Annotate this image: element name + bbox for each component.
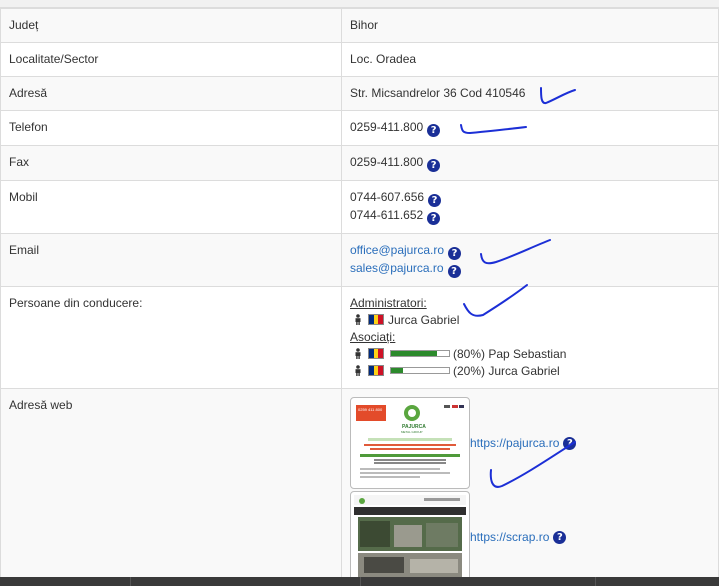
row-adresa: Adresă Str. Micsandrelor 36 Cod 410546 [0, 76, 719, 111]
row-conducere: Persoane din conducere: Administratori: … [0, 286, 719, 389]
thumb-phone: 0259 411 800 [358, 407, 383, 412]
administrator-entry: Jurca Gabriel [350, 312, 710, 329]
value-web-cell: 0259 411 800 PAJURCA METAL GROUP https:/… [341, 388, 719, 586]
romania-flag-icon [368, 348, 384, 359]
website-entry: https://scrap.ro? [350, 491, 710, 583]
website-link[interactable]: https://pajurca.ro [470, 435, 559, 452]
administrators-heading: Administratori: [350, 296, 427, 310]
row-judet: Județ Bihor [0, 8, 719, 43]
row-web: Adresă web 0259 411 800 PAJURCA METAL GR… [0, 388, 719, 586]
associates-heading: Asociați: [350, 330, 396, 344]
person-icon [355, 348, 361, 359]
label-adresa: Adresă [0, 76, 342, 111]
thumb-subtitle: METAL GROUP [401, 430, 423, 434]
row-email: Email office@pajurca.ro? sales@pajurca.r… [0, 233, 719, 287]
label-judet: Județ [0, 8, 342, 43]
label-localitate: Localitate/Sector [0, 42, 342, 77]
label-fax: Fax [0, 145, 342, 181]
person-icon [355, 365, 361, 376]
person-link[interactable]: Jurca Gabriel [488, 364, 559, 378]
mobile-number: 0744-611.652 [350, 208, 424, 222]
mobile-number: 0744-607.656 [350, 190, 425, 204]
value-mobil-cell: 0744-607.656? 0744-611.652? [341, 180, 719, 234]
label-email: Email [0, 233, 342, 287]
share-label: (80%) [453, 347, 486, 361]
person-icon [355, 314, 361, 325]
row-localitate: Localitate/Sector Loc. Oradea [0, 42, 719, 77]
website-preview-image: 0259 411 800 PAJURCA METAL GROUP [354, 401, 466, 485]
email-link[interactable]: office@pajurca.ro [350, 243, 444, 257]
question-circle-icon[interactable]: ? [553, 530, 567, 544]
value-fax-cell: 0259-411.800? [341, 145, 719, 181]
person-link[interactable]: Jurca Gabriel [388, 313, 459, 327]
email-link[interactable]: sales@pajurca.ro [350, 261, 444, 275]
value-adresa: Str. Micsandrelor 36 Cod 410546 [341, 76, 719, 111]
row-telefon: Telefon 0259-411.800? [0, 110, 719, 146]
value-email-cell: office@pajurca.ro? sales@pajurca.ro? [341, 233, 719, 287]
question-circle-icon[interactable]: ? [427, 159, 441, 172]
question-circle-icon[interactable]: ? [427, 212, 441, 225]
value-localitate: Loc. Oradea [341, 42, 719, 77]
romania-flag-icon [368, 365, 384, 376]
value-telefon-cell: 0259-411.800? [341, 110, 719, 146]
associate-entry: (80%) Pap Sebastian [350, 346, 710, 363]
website-link[interactable]: https://scrap.ro [470, 529, 549, 546]
website-thumbnail[interactable]: 0259 411 800 PAJURCA METAL GROUP [350, 397, 470, 489]
value-conducere-cell: Administratori: Jurca Gabriel Asociați: … [341, 286, 719, 389]
question-circle-icon[interactable]: ? [448, 247, 462, 260]
website-preview-image [354, 495, 466, 579]
row-fax: Fax 0259-411.800? [0, 145, 719, 181]
label-web: Adresă web [0, 388, 342, 586]
associate-entry: (20%) Jurca Gabriel [350, 363, 710, 380]
phone-number: 0259-411.800 [350, 120, 424, 134]
romania-flag-icon [368, 314, 384, 325]
website-thumbnail[interactable] [350, 491, 470, 583]
label-mobil: Mobil [0, 180, 342, 234]
share-label: (20%) [453, 364, 486, 378]
share-bar-fill [391, 351, 438, 356]
company-info-table: Județ Bihor Localitate/Sector Loc. Orade… [0, 8, 719, 586]
website-entry: 0259 411 800 PAJURCA METAL GROUP https:/… [350, 397, 710, 489]
share-bar-fill [391, 368, 403, 373]
question-circle-icon[interactable]: ? [428, 194, 442, 207]
question-circle-icon[interactable]: ? [447, 265, 461, 278]
share-bar [390, 350, 450, 357]
fax-number: 0259-411.800 [350, 155, 424, 169]
question-circle-icon[interactable]: ? [563, 436, 577, 450]
bottom-taskbar [0, 577, 719, 586]
person-link[interactable]: Pap Sebastian [488, 347, 566, 361]
question-circle-icon[interactable]: ? [427, 124, 441, 137]
share-bar [390, 367, 450, 374]
row-mobil: Mobil 0744-607.656? 0744-611.652? [0, 180, 719, 234]
label-telefon: Telefon [0, 110, 342, 146]
value-judet: Bihor [341, 8, 719, 43]
top-strip [0, 0, 719, 8]
label-conducere: Persoane din conducere: [0, 286, 342, 389]
